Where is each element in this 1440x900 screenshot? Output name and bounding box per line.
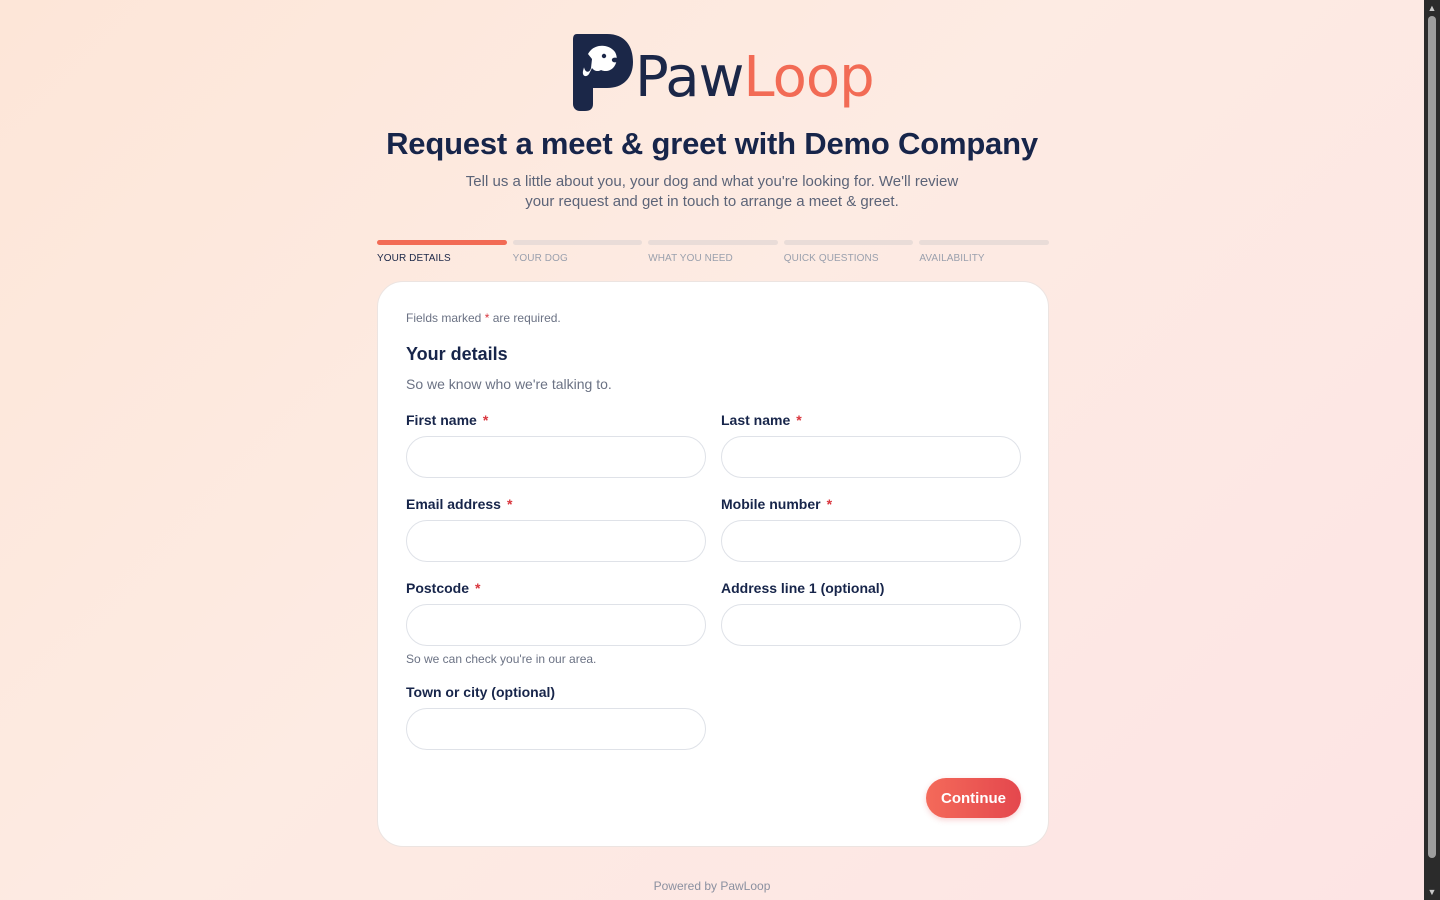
postcode-field-group: Postcode * So we can check you're in our … <box>406 580 706 666</box>
mobile-label-text: Mobile number <box>721 496 821 512</box>
details-form-card: Fields marked * are required. Your detai… <box>377 281 1049 847</box>
town-field-group: Town or city (optional) <box>406 684 706 750</box>
scrollbar-thumb[interactable] <box>1428 16 1436 858</box>
mobile-field-group: Mobile number * <box>721 496 1021 562</box>
required-star: * <box>506 496 513 512</box>
required-note-before: Fields marked <box>406 311 482 325</box>
step-label: WHAT YOU NEED <box>648 253 733 264</box>
required-star: * <box>796 412 802 428</box>
required-fields-note: Fields marked * are required. <box>406 311 561 325</box>
logo-wordmark: PawLoop <box>635 45 875 110</box>
email-field-group: Email address * <box>406 496 706 562</box>
step-bar <box>377 240 507 245</box>
scroll-down-arrow-icon[interactable]: ▼ <box>1427 887 1437 897</box>
email-label: Email address * <box>406 496 512 512</box>
first-name-field-group: First name * <box>406 412 706 478</box>
required-star: * <box>484 311 490 325</box>
email-input[interactable] <box>406 520 706 562</box>
mobile-input[interactable] <box>721 520 1021 562</box>
logo-text-paw: Paw <box>635 45 744 110</box>
progress-steps: YOUR DETAILS YOUR DOG WHAT YOU NEED QUIC… <box>377 240 1049 264</box>
step-your-dog: YOUR DOG <box>512 240 643 264</box>
first-name-input[interactable] <box>406 436 706 478</box>
first-name-label: First name * <box>406 412 488 428</box>
address-line1-input[interactable] <box>721 604 1021 646</box>
last-name-label-text: Last name <box>721 412 791 428</box>
step-availability: AVAILABILITY <box>919 240 1049 264</box>
required-star: * <box>475 580 481 596</box>
section-subtitle: So we know who we're talking to. <box>406 376 612 392</box>
step-label: QUICK QUESTIONS <box>783 253 879 264</box>
first-name-label-text: First name <box>406 412 477 428</box>
scroll-up-arrow-icon[interactable]: ▲ <box>1427 3 1437 13</box>
step-label: AVAILABILITY <box>919 253 985 264</box>
required-star: * <box>826 496 833 512</box>
step-bar <box>783 240 914 245</box>
page-title: Request a meet & greet with Demo Company <box>386 126 1038 161</box>
town-label-text: Town or city (optional) <box>406 684 556 700</box>
town-label: Town or city (optional) <box>406 684 555 700</box>
page-subtitle: Tell us a little about you, your dog and… <box>465 173 959 210</box>
town-input[interactable] <box>406 708 706 750</box>
step-bar <box>919 240 1049 245</box>
step-label: YOUR DOG <box>512 253 568 264</box>
continue-button[interactable]: Continue <box>926 778 1021 818</box>
last-name-input[interactable] <box>721 436 1021 478</box>
address-line1-label: Address line 1 (optional) <box>721 580 884 596</box>
pawloop-logo: PawLoop <box>571 30 875 114</box>
required-star: * <box>482 412 489 428</box>
postcode-label: Postcode * <box>406 580 480 596</box>
postcode-label-text: Postcode <box>406 580 470 596</box>
last-name-field-group: Last name * <box>721 412 1021 478</box>
dog-head-icon <box>573 34 633 111</box>
logo-text-loop: Loop <box>743 45 874 110</box>
powered-by-footer: Powered by PawLoop <box>653 879 771 893</box>
email-label-text: Email address <box>406 496 501 512</box>
postcode-input[interactable] <box>406 604 706 646</box>
step-bar <box>648 240 778 245</box>
step-quick-questions: QUICK QUESTIONS <box>783 240 914 264</box>
step-label: YOUR DETAILS <box>377 253 451 264</box>
last-name-label: Last name * <box>721 412 802 428</box>
mobile-label: Mobile number * <box>721 496 832 512</box>
required-note-after: are required. <box>492 311 561 325</box>
address-line1-label-text: Address line 1 (optional) <box>721 580 885 596</box>
address-line1-field-group: Address line 1 (optional) <box>721 580 1021 646</box>
section-title: Your details <box>406 344 508 364</box>
page-scrollbar[interactable]: ▲ ▼ <box>1424 0 1440 900</box>
step-what-you-need: WHAT YOU NEED <box>648 240 778 264</box>
step-bar <box>512 240 643 245</box>
page: PawLoop Request a meet & greet with Demo… <box>0 0 1424 900</box>
postcode-hint: So we can check you're in our area. <box>406 652 597 666</box>
step-your-details: YOUR DETAILS <box>377 240 507 264</box>
